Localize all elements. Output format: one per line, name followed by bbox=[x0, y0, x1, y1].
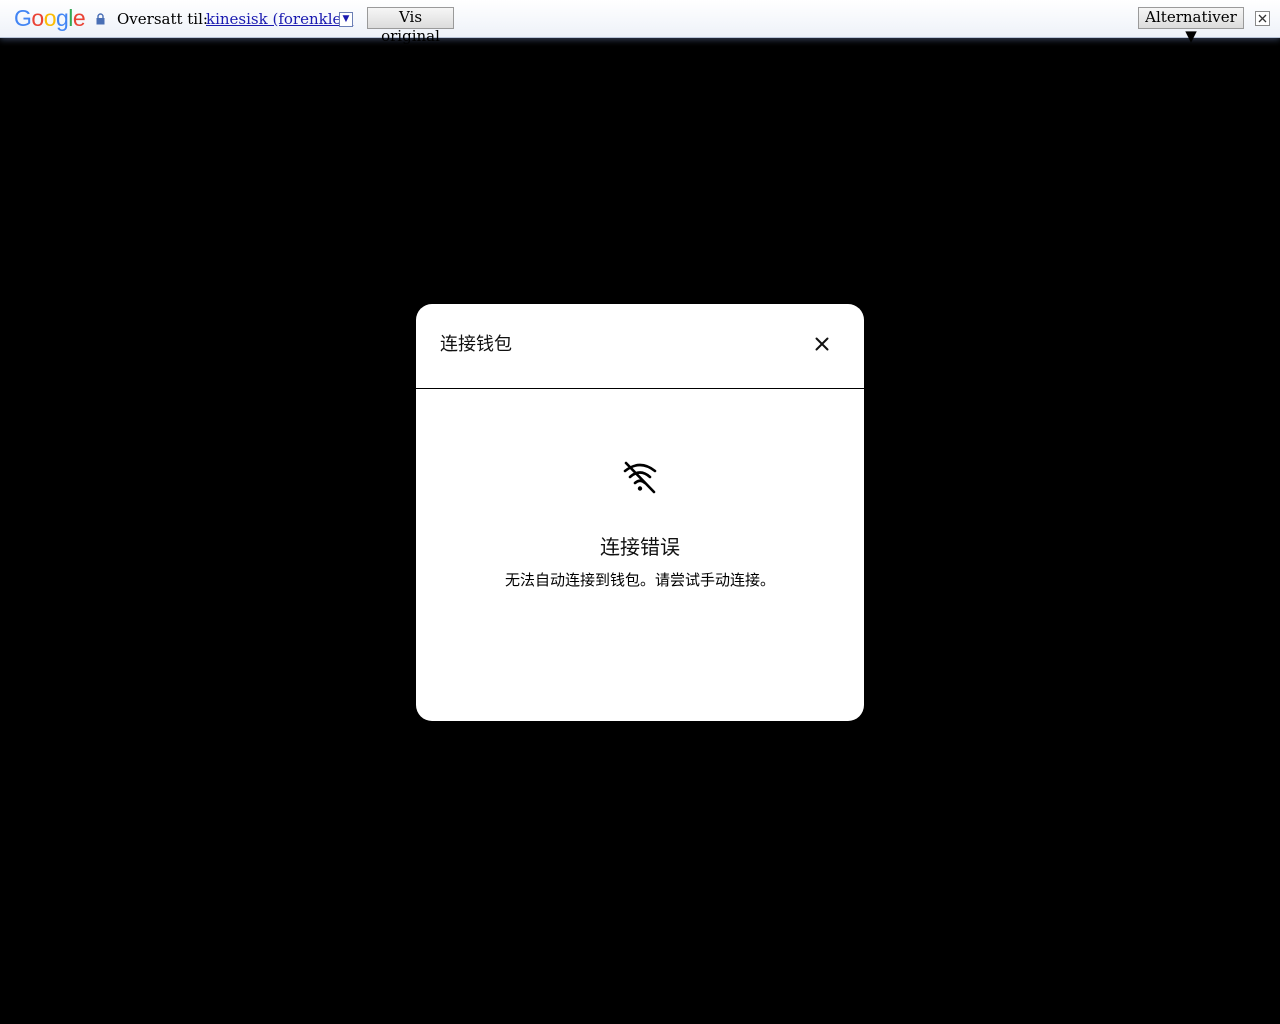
close-icon bbox=[815, 337, 829, 351]
google-translate-bar: Google Oversatt til: kinesisk (forenklet… bbox=[0, 0, 1280, 45]
wifi-off-icon bbox=[623, 461, 657, 494]
modal-title: 连接钱包 bbox=[440, 334, 512, 355]
connect-wallet-modal: 连接钱包 连接错误 无法自动连接到钱包。请尝试手动连接。 bbox=[416, 304, 864, 721]
close-modal-button[interactable] bbox=[810, 332, 834, 356]
modal-header: 连接钱包 bbox=[416, 304, 864, 389]
language-dropdown-icon[interactable]: ▼ bbox=[339, 12, 353, 27]
close-translate-bar-button[interactable] bbox=[1255, 11, 1270, 26]
translated-to-label: Oversatt til: bbox=[117, 10, 208, 28]
error-message: 无法自动连接到钱包。请尝试手动连接。 bbox=[504, 571, 775, 589]
close-icon bbox=[1258, 14, 1267, 23]
language-link[interactable]: kinesisk (forenklet) bbox=[206, 10, 353, 28]
error-title: 连接错误 bbox=[600, 535, 680, 559]
show-original-button[interactable]: Vis original bbox=[367, 7, 454, 45]
options-button[interactable]: Alternativer ▼ bbox=[1138, 7, 1244, 45]
lock-icon bbox=[96, 13, 105, 25]
google-logo: Google bbox=[14, 5, 86, 31]
